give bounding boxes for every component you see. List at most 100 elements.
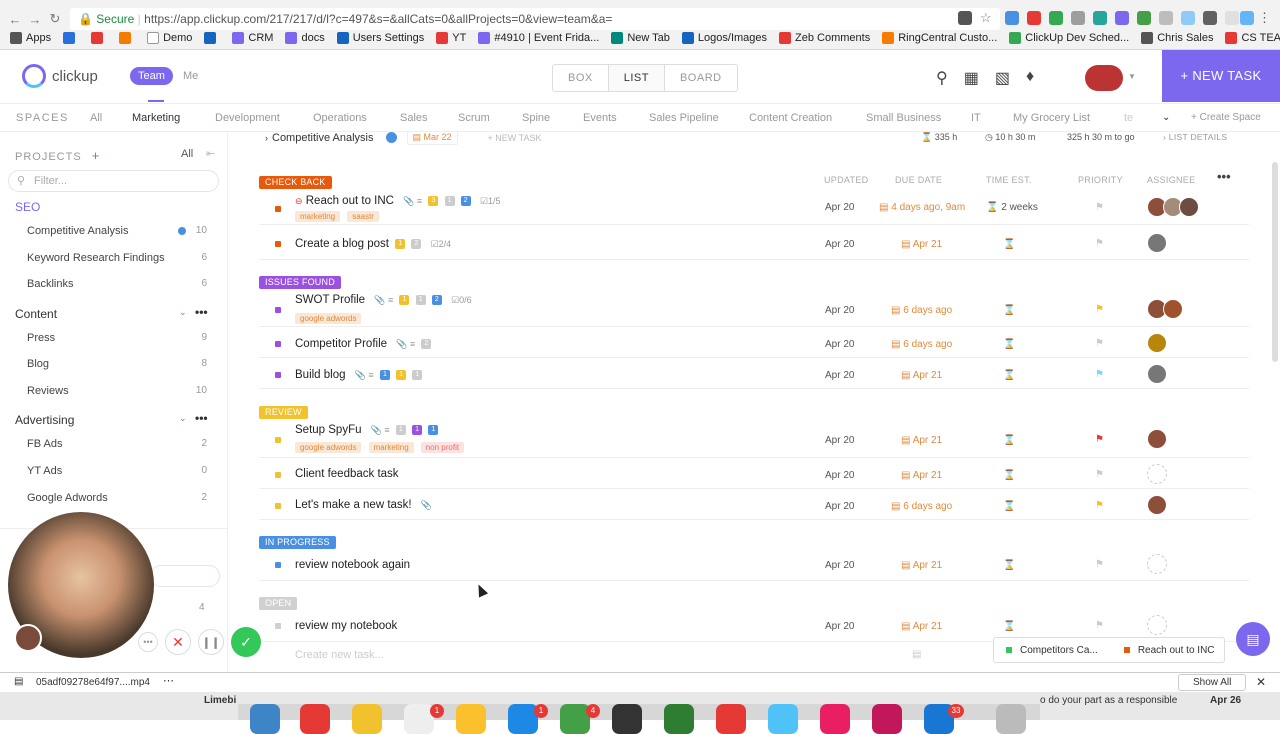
facetime-icon[interactable] [664, 704, 694, 734]
photos-icon[interactable] [456, 704, 486, 734]
task-name[interactable]: Create a blog post 1 2 ☑2/4 [295, 238, 451, 250]
list-backlinks[interactable]: Backlinks 6 [27, 278, 207, 290]
space-marketing[interactable]: Marketing [132, 112, 180, 124]
bookmark[interactable] [91, 32, 107, 44]
chevron-down-icon[interactable]: ⌄ [179, 413, 187, 424]
me-toggle[interactable]: Me [183, 70, 198, 82]
back-icon[interactable]: ← [4, 12, 26, 27]
status-dot[interactable] [275, 623, 281, 629]
bookmark[interactable]: Zeb Comments [779, 32, 870, 44]
pause-icon[interactable]: ❙❙ [198, 629, 224, 655]
bell-icon[interactable]: ♦ [1026, 68, 1034, 88]
menu-icon[interactable]: ⋮ [1258, 11, 1272, 25]
subtask-chip[interactable]: 1 [379, 369, 390, 380]
priority-flag-icon[interactable]: ⚑ [1095, 500, 1104, 511]
hourglass-icon[interactable]: ⌛ [1003, 435, 1015, 446]
priority-flag-icon[interactable]: ⚑ [1095, 434, 1104, 445]
time-estimate[interactable]: ⌛ 2 weeks [986, 202, 1038, 213]
subtask-chip[interactable]: 1 [395, 424, 406, 435]
status-dot[interactable] [275, 341, 281, 347]
more-icon[interactable]: ••• [1217, 169, 1231, 184]
hourglass-icon[interactable]: ⌛ [1003, 560, 1015, 571]
calendar-icon[interactable]: ▦ [964, 68, 979, 88]
bookmark[interactable]: Chris Sales [1141, 32, 1213, 44]
hourglass-icon[interactable]: ⌛ [1003, 305, 1015, 316]
notes-icon[interactable] [352, 704, 382, 734]
attachment-icon[interactable]: 📎 ≡ [403, 196, 422, 206]
bookmark[interactable]: New Tab [611, 32, 670, 44]
space-development[interactable]: Development [215, 112, 280, 124]
avatar[interactable] [1147, 495, 1167, 515]
attachment-icon[interactable]: 📎 ≡ [355, 370, 374, 380]
tag[interactable]: google adwords [295, 442, 362, 453]
status-issues-found[interactable]: ISSUES FOUND [259, 276, 341, 289]
bookmark[interactable]: ClickUp Dev Sched... [1009, 32, 1129, 44]
tag[interactable]: saastr [347, 211, 379, 222]
bookmark[interactable]: YT [436, 32, 466, 44]
priority-flag-icon[interactable]: ⚑ [1095, 369, 1104, 380]
space-small-business[interactable]: Small Business [866, 112, 941, 124]
task-name[interactable]: ⊖ Reach out to INC 📎 ≡ 3 1 2 ☑1/5 [295, 195, 501, 207]
task-name[interactable]: SWOT Profile 📎 ≡ 1 1 2 ☑0/6 [295, 294, 472, 306]
space-grocery[interactable]: My Grocery List [1013, 112, 1090, 124]
avatar[interactable] [1163, 299, 1183, 319]
assignees[interactable] [1147, 197, 1199, 217]
assignees[interactable] [1147, 364, 1167, 384]
more-icon[interactable]: ••• [138, 632, 158, 652]
col-updated[interactable]: UPDATED [824, 175, 868, 185]
extension-icon[interactable] [1071, 11, 1085, 25]
extension-icon[interactable] [1027, 11, 1041, 25]
status-check-back[interactable]: CHECK BACK [259, 176, 332, 189]
task-row[interactable]: ⊖ Reach out to INC 📎 ≡ 3 1 2 ☑1/5 market… [259, 190, 1249, 225]
list-yt-ads[interactable]: YT Ads 0 [27, 465, 207, 477]
bookmark[interactable] [204, 32, 220, 44]
hourglass-icon[interactable]: ⌛ [1003, 470, 1015, 481]
bookmark[interactable]: Users Settings [336, 32, 424, 44]
task-name[interactable]: Let's make a new task! 📎 [295, 499, 432, 511]
col-assignee[interactable]: ASSIGNEE [1147, 175, 1195, 185]
close-icon[interactable]: ✕ [1256, 675, 1266, 689]
task-name[interactable]: review my notebook [295, 620, 397, 632]
subtask-chip[interactable]: 1 [396, 369, 407, 380]
subtask-chip[interactable]: 1 [395, 238, 406, 249]
status-dot[interactable] [275, 472, 281, 478]
tag[interactable]: non profit [420, 442, 465, 453]
avatar[interactable] [1147, 233, 1167, 253]
subtask-chip[interactable]: 1 [428, 424, 439, 435]
space-sales[interactable]: Sales [400, 112, 428, 124]
search-icon[interactable]: ⚲ [936, 68, 948, 88]
status-dot[interactable] [275, 372, 281, 378]
status-dot[interactable] [275, 437, 281, 443]
extension-icon[interactable] [1115, 11, 1129, 25]
assignees[interactable] [1147, 495, 1167, 515]
priority-flag-icon[interactable]: ⚑ [1095, 304, 1104, 315]
due-date[interactable]: ▤ Apr 21 [901, 560, 942, 571]
priority-flag-icon[interactable]: ⚑ [1095, 559, 1104, 570]
due-date[interactable]: ▤ Apr 21 [901, 470, 942, 481]
space-truncated[interactable]: te [1124, 112, 1133, 124]
scrollbar[interactable] [1272, 162, 1278, 362]
subtask-chip[interactable]: 1 [412, 369, 423, 380]
download-filename[interactable]: 05adf09278e64f97....mp4 [36, 677, 150, 688]
subtask-chip[interactable]: 1 [415, 294, 426, 305]
bookmark[interactable]: #4910 | Event Frida... [478, 32, 599, 44]
assignees[interactable] [1147, 554, 1167, 574]
bookmark[interactable]: Logos/Images [681, 32, 767, 44]
priority-flag-icon[interactable]: ⚑ [1095, 620, 1104, 631]
hourglass-icon[interactable]: ⌛ [1003, 339, 1015, 350]
extension-icon[interactable] [1137, 11, 1151, 25]
space-content-creation[interactable]: Content Creation [749, 112, 832, 124]
avatar[interactable] [1147, 333, 1167, 353]
task-row[interactable]: SWOT Profile 📎 ≡ 1 1 2 ☑0/6 google adwor… [259, 290, 1249, 327]
subtask-chip[interactable]: 2 [431, 294, 442, 305]
create-space-link[interactable]: + Create Space [1191, 112, 1261, 123]
subtask-chip[interactable]: 2 [411, 238, 422, 249]
list-details-link[interactable]: › LIST DETAILS [1163, 132, 1227, 142]
due-date[interactable]: ▤ Apr 21 [901, 435, 942, 446]
status-dot[interactable] [275, 307, 281, 313]
priority-flag-icon[interactable]: ⚑ [1095, 238, 1104, 249]
extension-icon[interactable] [1240, 11, 1254, 25]
extension-icon[interactable] [1181, 11, 1195, 25]
task-row[interactable]: review notebook again Apr 20 ▤ Apr 21 ⌛ … [259, 550, 1249, 581]
app-icon[interactable] [872, 704, 902, 734]
